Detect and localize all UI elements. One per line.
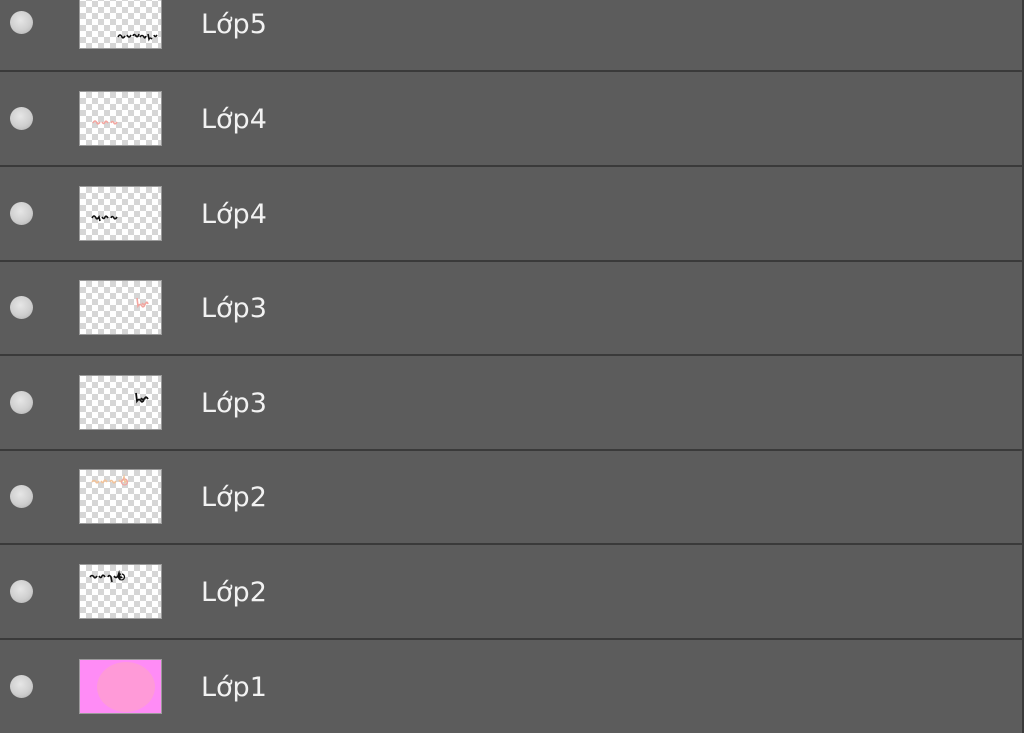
visibility-toggle-icon[interactable] [10,296,33,319]
layer-row[interactable]: Lớp1 [0,640,1022,733]
layer-thumbnail [79,186,162,241]
visibility-toggle-icon[interactable] [10,580,33,603]
layer-name[interactable]: Lớp4 [201,105,267,135]
visibility-toggle-icon[interactable] [10,675,33,698]
layer-thumbnail [79,564,162,619]
layer-name[interactable]: Lớp2 [201,578,267,608]
visibility-toggle-icon[interactable] [10,391,33,414]
visibility-toggle-icon[interactable] [10,485,33,508]
layer-thumbnail [79,280,162,335]
layer-name[interactable]: Lớp4 [201,200,267,230]
layer-name[interactable]: Lớp2 [201,483,267,513]
visibility-toggle-icon[interactable] [10,11,33,34]
layers-panel: Lớp5 Lớp4 Lớp4 Lớp3 Lớp3 Lớp2 Lớp2 Lớp1 [0,0,1024,733]
layer-thumbnail [79,0,162,49]
layer-row[interactable]: Lớp5 [0,0,1022,70]
layer-name[interactable]: Lớp3 [201,389,267,419]
layer-name[interactable]: Lớp1 [201,673,267,703]
layer-row[interactable]: Lớp4 [0,72,1022,166]
layer-thumbnail [79,91,162,146]
layer-name[interactable]: Lớp5 [201,10,267,40]
layer-thumbnail [79,659,162,714]
visibility-toggle-icon[interactable] [10,202,33,225]
layer-row[interactable]: Lớp4 [0,167,1022,261]
layer-thumbnail [79,375,162,430]
visibility-toggle-icon[interactable] [10,107,33,130]
layer-name[interactable]: Lớp3 [201,294,267,324]
layer-row[interactable]: Lớp2 [0,545,1022,639]
layer-row[interactable]: Lớp3 [0,262,1022,356]
layer-row[interactable]: Lớp2 [0,451,1022,545]
layer-thumbnail [79,469,162,524]
layer-row[interactable]: Lớp3 [0,356,1022,450]
